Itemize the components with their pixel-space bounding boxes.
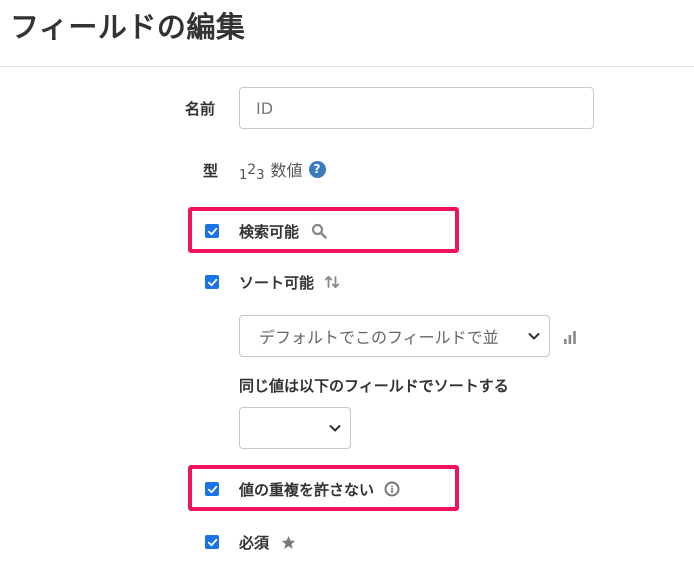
sortable-option: ソート可能 [205, 269, 340, 295]
default-sort-select-value: デフォルトでこのフィールドで並 [259, 328, 499, 347]
sortable-checkbox[interactable] [205, 275, 219, 289]
type-label: 型 [203, 162, 219, 180]
number-icon-digit: 2 [247, 162, 257, 178]
header-divider [0, 66, 694, 67]
required-option: 必須 [205, 529, 296, 555]
search-icon [311, 223, 327, 239]
number-icon-digit: 1 [239, 168, 248, 183]
page-title: フィールドの編集 [10, 10, 246, 44]
info-glyph: i [390, 486, 393, 496]
unique-label: 値の重複を許さない [239, 480, 375, 499]
star-icon [281, 535, 296, 550]
required-checkbox[interactable] [205, 535, 219, 549]
name-label: 名前 [185, 100, 216, 118]
unique-checkbox[interactable] [205, 482, 219, 496]
type-value: 数値 [270, 161, 303, 180]
edit-field-page: フィールドの編集 名前 型 1 2 3 数値 ? 検索可能 ソート可能 [0, 0, 694, 563]
sortable-label: ソート可能 [239, 273, 315, 292]
number-type-icon: 1 2 3 [239, 158, 265, 183]
name-input[interactable] [239, 87, 594, 129]
unique-option: 値の重複を許さない i [205, 476, 400, 502]
searchable-label: 検索可能 [239, 222, 300, 241]
sort-arrows-icon [324, 274, 340, 290]
info-circle-icon: i [384, 481, 400, 497]
number-icon-digit: 3 [256, 168, 265, 183]
type-display: 1 2 3 数値 ? [239, 156, 326, 183]
searchable-checkbox[interactable] [205, 224, 219, 238]
bar-chart-icon [564, 331, 576, 344]
chevron-down-icon [519, 329, 549, 343]
chevron-down-icon [320, 421, 350, 435]
secondary-sort-select[interactable] [239, 407, 351, 449]
same-value-sort-label: 同じ値は以下のフィールドでソートする [239, 377, 509, 395]
required-label: 必須 [239, 533, 270, 552]
default-sort-select[interactable]: デフォルトでこのフィールドで並 [239, 315, 550, 357]
help-icon[interactable]: ? [308, 160, 326, 178]
searchable-option: 検索可能 [205, 218, 327, 244]
